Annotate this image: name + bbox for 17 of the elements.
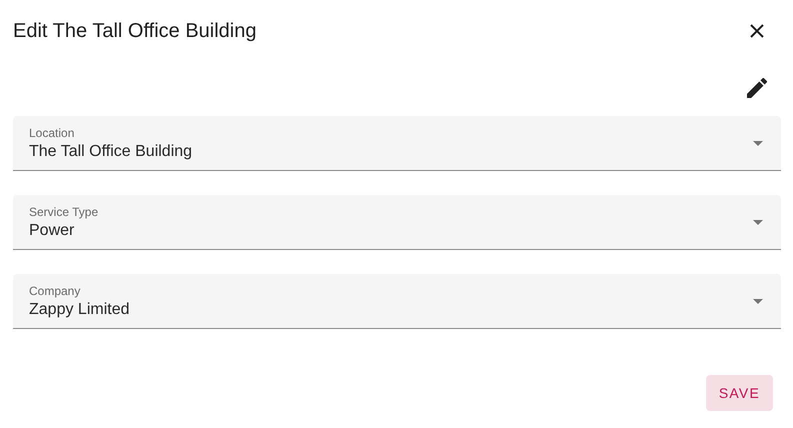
field-label: Location xyxy=(29,125,76,141)
select-field[interactable]: Company Zappy Limited xyxy=(13,274,781,329)
select-field[interactable]: Service Type Power xyxy=(13,195,781,250)
dialog-title: Edit The Tall Office Building xyxy=(13,19,256,44)
field-label: Service Type xyxy=(29,204,98,220)
close-icon xyxy=(750,24,764,38)
field-value: Power xyxy=(29,221,76,241)
field-value: Zappy Limited xyxy=(29,300,130,320)
pencil-icon xyxy=(747,78,767,98)
dropdown-arrow-icon xyxy=(753,298,763,304)
select-field[interactable]: Location The Tall Office Building xyxy=(13,116,781,171)
dropdown-arrow-icon xyxy=(753,140,763,146)
edit-button[interactable] xyxy=(745,76,769,100)
field-value: The Tall Office Building xyxy=(29,142,192,162)
dropdown-arrow-icon xyxy=(753,220,763,224)
field-label: Company xyxy=(29,283,82,299)
save-button[interactable]: SAVE xyxy=(706,375,773,411)
